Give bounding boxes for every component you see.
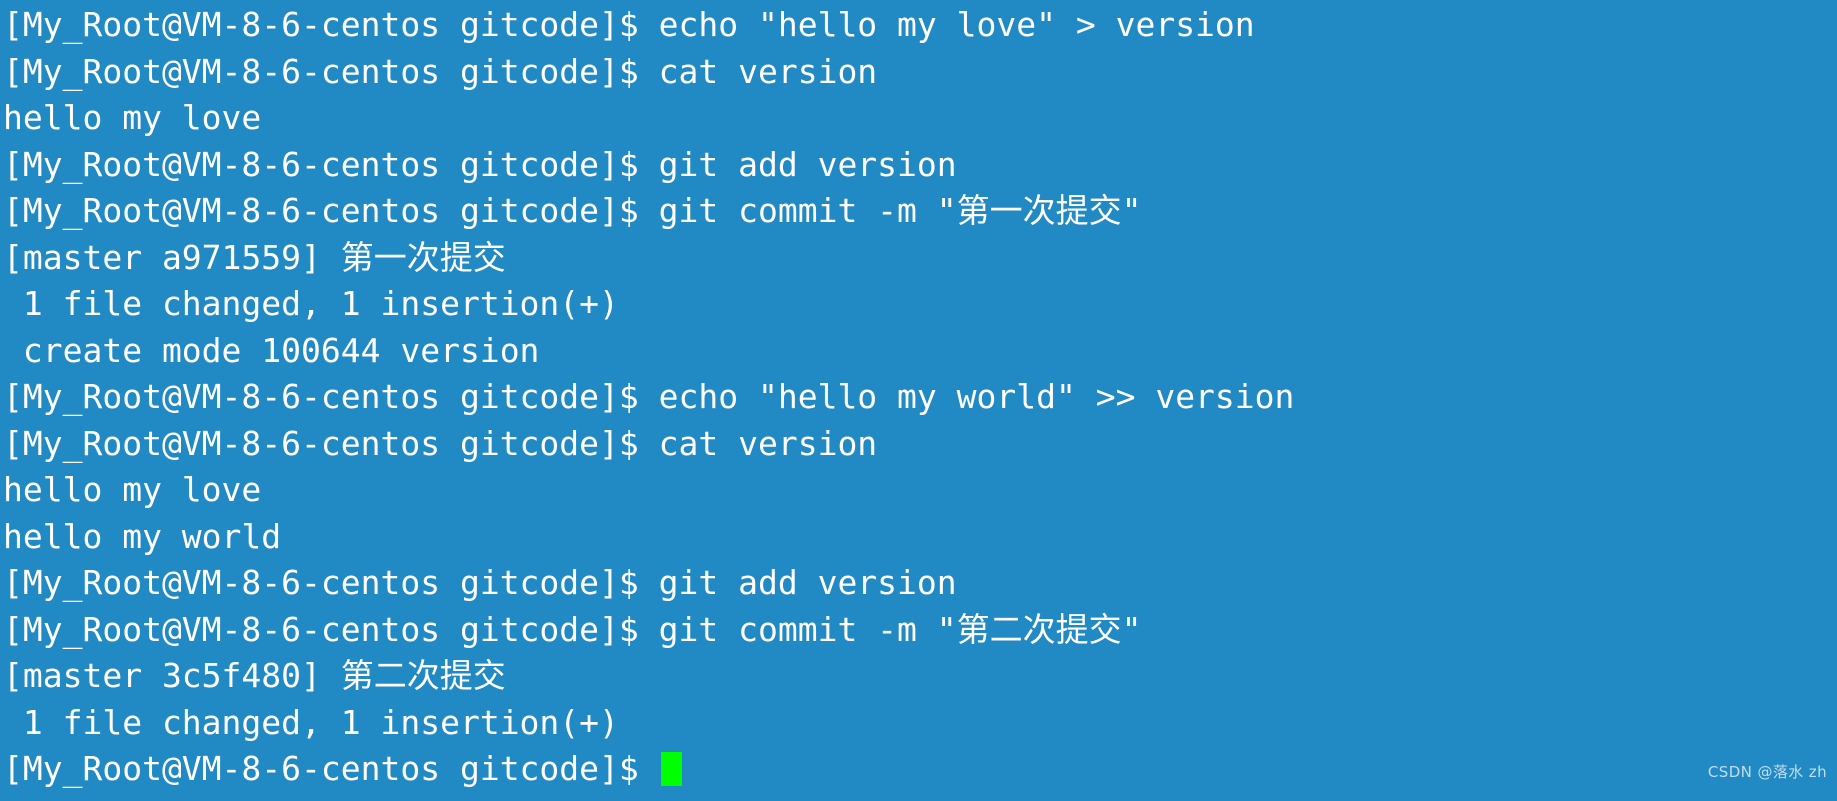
terminal-output-text: create mode 100644 version — [3, 330, 540, 370]
terminal-line: [My_Root@VM-8-6-centos gitcode]$ git com… — [0, 607, 1837, 654]
terminal-output-text: hello my love — [3, 98, 262, 137]
terminal-command-text: [My_Root@VM-8-6-centos gitcode]$ cat ver… — [3, 51, 878, 91]
terminal-command-text: [My_Root@VM-8-6-centos gitcode]$ cat ver… — [3, 423, 878, 463]
terminal-line: [My_Root@VM-8-6-centos gitcode]$ cat ver… — [0, 49, 1837, 96]
terminal-command-text: [My_Root@VM-8-6-centos gitcode]$ git com… — [3, 609, 1142, 649]
terminal-line: create mode 100644 version — [0, 328, 1837, 375]
csdn-watermark: CSDN @落水 zh — [1707, 762, 1827, 781]
terminal-command-text: [My_Root@VM-8-6-centos gitcode]$ — [3, 749, 639, 788]
terminal-command-text: [My_Root@VM-8-6-centos gitcode]$ git add… — [3, 144, 957, 184]
terminal-line: 1 file changed, 1 insertion(+) — [0, 281, 1837, 328]
terminal-command-text: [My_Root@VM-8-6-centos gitcode]$ git add… — [3, 563, 957, 602]
text-cursor[interactable] — [660, 752, 682, 787]
terminal-line: [My_Root@VM-8-6-centos gitcode]$ — [0, 746, 1837, 793]
terminal-command-text: [My_Root@VM-8-6-centos gitcode]$ git com… — [3, 191, 1142, 230]
terminal-line: [My_Root@VM-8-6-centos gitcode]$ cat ver… — [0, 421, 1837, 468]
terminal-line: [My_Root@VM-8-6-centos gitcode]$ echo "h… — [0, 2, 1837, 49]
terminal-output: [My_Root@VM-8-6-centos gitcode]$ echo "h… — [0, 2, 1837, 793]
terminal-output-text: hello my love — [3, 470, 262, 509]
terminal-line: [My_Root@VM-8-6-centos gitcode]$ git com… — [0, 188, 1837, 235]
terminal-line: hello my love — [0, 95, 1837, 142]
terminal-line: hello my world — [0, 514, 1837, 561]
terminal-command-text: [My_Root@VM-8-6-centos gitcode]$ echo "h… — [3, 5, 1255, 44]
terminal-line: [My_Root@VM-8-6-centos gitcode]$ git add… — [0, 560, 1837, 607]
terminal-window[interactable]: [My_Root@VM-8-6-centos gitcode]$ echo "h… — [0, 0, 1837, 801]
terminal-line: hello my love — [0, 467, 1837, 514]
terminal-command-text: [My_Root@VM-8-6-centos gitcode]$ echo "h… — [3, 377, 1295, 416]
terminal-line: [master a971559] 第一次提交 — [0, 235, 1837, 282]
terminal-output-text: hello my world — [3, 516, 282, 556]
terminal-line: [My_Root@VM-8-6-centos gitcode]$ git add… — [0, 142, 1837, 189]
terminal-output-text: 1 file changed, 1 insertion(+) — [3, 702, 619, 742]
terminal-line: [My_Root@VM-8-6-centos gitcode]$ echo "h… — [0, 374, 1837, 421]
terminal-output-text: [master a971559] 第一次提交 — [3, 237, 506, 277]
terminal-output-text: [master 3c5f480] 第二次提交 — [3, 656, 506, 695]
terminal-output-text: 1 file changed, 1 insertion(+) — [3, 284, 619, 323]
terminal-line: 1 file changed, 1 insertion(+) — [0, 700, 1837, 747]
terminal-line: [master 3c5f480] 第二次提交 — [0, 653, 1837, 700]
